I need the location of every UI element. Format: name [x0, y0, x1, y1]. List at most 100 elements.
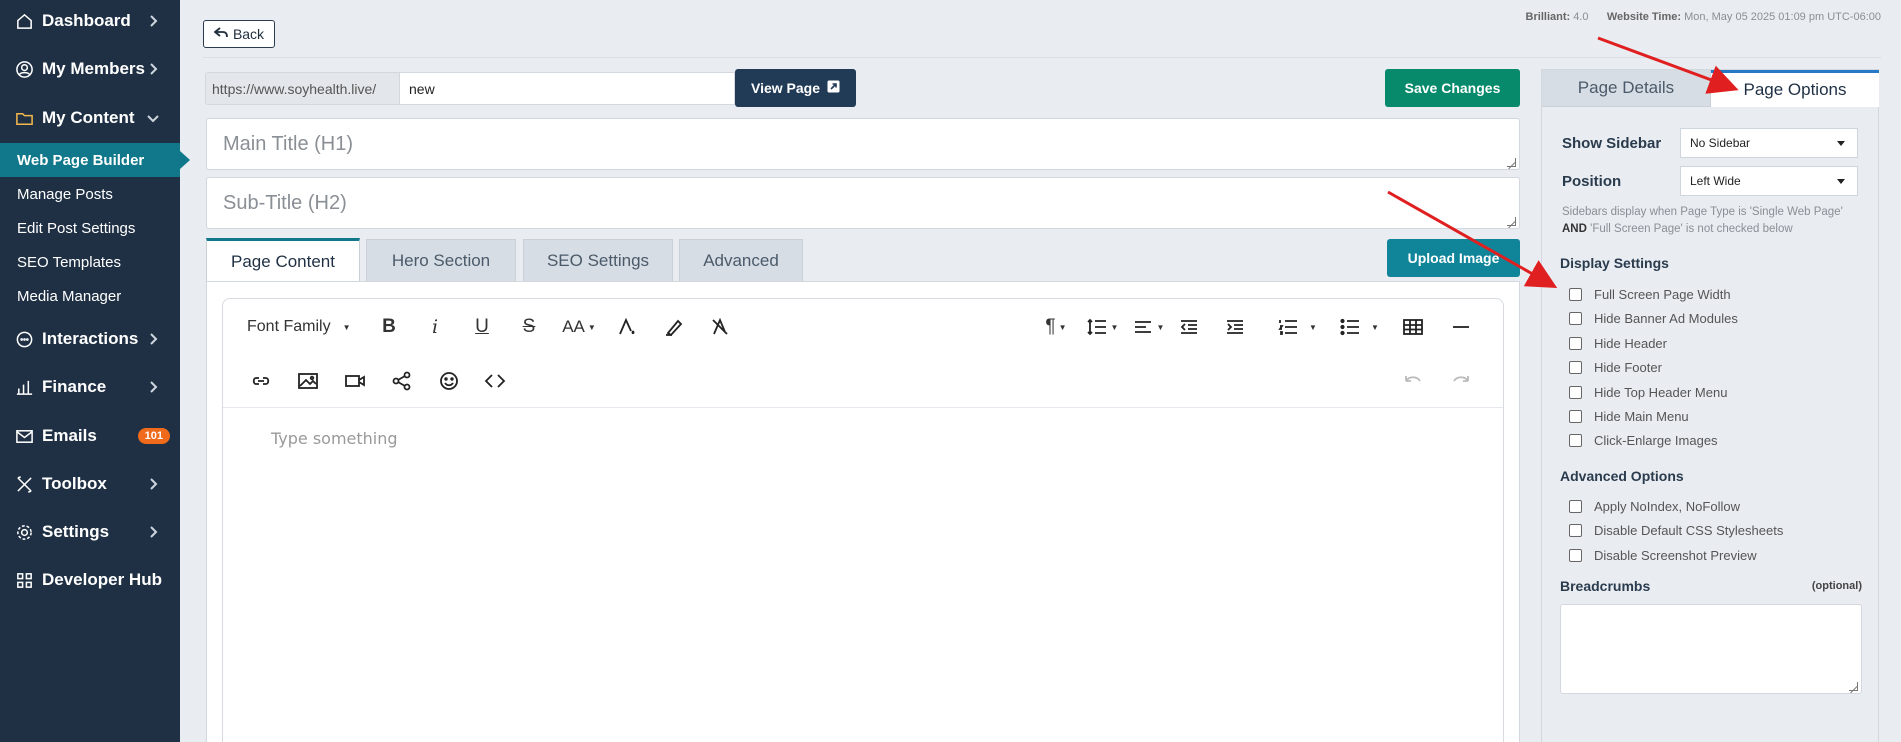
checkbox-hide-banner-ad-modules[interactable]: Hide Banner Ad Modules	[1569, 309, 1738, 327]
sidebar-note-and: AND	[1562, 223, 1587, 235]
sidebar-item-label: Emails	[42, 426, 97, 445]
checkbox-label: Hide Footer	[1594, 359, 1662, 375]
checkbox-hide-footer[interactable]: Hide Footer	[1569, 358, 1662, 376]
bullet-list-icon[interactable]: ▼	[1337, 313, 1381, 341]
checkbox[interactable]	[1569, 360, 1582, 374]
font-size-icon[interactable]: AA ▼	[559, 313, 599, 341]
sidebar-item-my-content[interactable]: My Content	[0, 98, 180, 138]
subtitle-input[interactable]: Sub-Title (H2)	[206, 177, 1520, 229]
tab-advanced[interactable]: Advanced	[679, 239, 803, 281]
tab-page-options[interactable]: Page Options	[1711, 70, 1879, 107]
checkbox-apply-noindex-nofollow[interactable]: Apply NoIndex, NoFollow	[1569, 497, 1740, 515]
align-icon[interactable]: ▼	[1129, 313, 1167, 341]
text-color-icon[interactable]	[613, 313, 641, 341]
submenu-media-manager[interactable]: Media Manager	[0, 279, 180, 313]
underline-icon[interactable]: U	[468, 313, 496, 341]
sidebar-item-dashboard[interactable]: Dashboard	[0, 1, 180, 41]
sidebar-item-label: My Members	[42, 59, 145, 78]
checkbox[interactable]	[1569, 311, 1582, 325]
checkbox-click-enlarge-images[interactable]: Click-Enlarge Images	[1569, 431, 1718, 449]
checkbox-full-screen-page-width[interactable]: Full Screen Page Width	[1569, 285, 1731, 303]
breadcrumbs-textarea[interactable]	[1560, 604, 1862, 694]
paragraph-icon[interactable]: ¶ ▼	[1039, 313, 1073, 341]
video-icon[interactable]	[341, 367, 369, 395]
resize-handle-icon[interactable]	[1507, 217, 1516, 226]
tab-page-details[interactable]: Page Details	[1542, 70, 1711, 107]
checkbox[interactable]	[1569, 499, 1582, 513]
show-sidebar-select[interactable]: No Sidebar	[1680, 128, 1858, 158]
submenu-manage-posts[interactable]: Manage Posts	[0, 177, 180, 211]
checkbox-disable-screenshot-preview[interactable]: Disable Screenshot Preview	[1569, 546, 1757, 564]
sidebar-item-interactions[interactable]: Interactions	[0, 319, 180, 359]
top-info: Brilliant: 4.0 Website Time: Mon, May 05…	[1526, 11, 1881, 23]
checkbox-label: Click-Enlarge Images	[1594, 432, 1718, 448]
checkbox[interactable]	[1569, 336, 1582, 350]
highlight-icon[interactable]	[660, 313, 688, 341]
submenu-web-page-builder[interactable]: Web Page Builder	[0, 143, 190, 177]
checkbox[interactable]	[1569, 433, 1582, 447]
tab-hero-section[interactable]: Hero Section	[366, 239, 516, 281]
page-options-panel: Page Details Page Options Show Sidebar N…	[1541, 69, 1879, 742]
checkbox-hide-main-menu[interactable]: Hide Main Menu	[1569, 407, 1689, 425]
font-family-dropdown[interactable]: Font Family ▼	[247, 313, 357, 341]
page-slug-input[interactable]: new	[399, 72, 735, 105]
checkbox[interactable]	[1569, 523, 1582, 537]
link-icon[interactable]	[247, 367, 275, 395]
position-select[interactable]: Left Wide	[1680, 166, 1858, 196]
resize-handle-icon[interactable]	[1507, 158, 1516, 167]
undo-icon[interactable]	[1399, 367, 1427, 395]
line-height-icon[interactable]: ▼	[1083, 313, 1121, 341]
tab-page-content[interactable]: Page Content	[206, 238, 360, 282]
checkbox-disable-default-css[interactable]: Disable Default CSS Stylesheets	[1569, 521, 1783, 539]
grid-icon	[14, 570, 34, 590]
resize-handle-icon[interactable]	[1849, 682, 1858, 691]
main-title-input[interactable]: Main Title (H1)	[206, 118, 1520, 170]
sidebar: Dashboard My Members My Content Web Page…	[0, 0, 190, 742]
redo-icon[interactable]	[1447, 367, 1475, 395]
back-button[interactable]: Back	[203, 20, 275, 48]
submenu-seo-templates[interactable]: SEO Templates	[0, 245, 180, 279]
submenu-label: Manage Posts	[17, 185, 113, 203]
italic-icon[interactable]: i	[421, 313, 449, 341]
brilliant-version: 4.0	[1573, 11, 1589, 23]
code-view-icon[interactable]	[481, 367, 509, 395]
save-changes-button[interactable]: Save Changes	[1385, 69, 1520, 107]
checkbox[interactable]	[1569, 287, 1582, 301]
ordered-list-icon[interactable]: ▼	[1275, 313, 1319, 341]
sidebar-item-emails[interactable]: Emails 101	[0, 416, 180, 456]
horizontal-rule-icon[interactable]	[1447, 313, 1475, 341]
rich-text-editor[interactable]: Font Family ▼ B i U S AA ▼ ¶ ▼ ▼ ▼ ▼ ▼ Type…	[222, 298, 1504, 742]
upload-image-button[interactable]: Upload Image	[1387, 239, 1520, 277]
clear-format-icon[interactable]	[706, 313, 734, 341]
submenu-edit-post-settings[interactable]: Edit Post Settings	[0, 211, 180, 245]
sidebar-item-settings[interactable]: Settings	[0, 512, 180, 552]
table-icon[interactable]	[1399, 313, 1427, 341]
tab-seo-settings[interactable]: SEO Settings	[523, 239, 673, 281]
checkbox-hide-top-header-menu[interactable]: Hide Top Header Menu	[1569, 383, 1727, 401]
chevron-right-icon	[146, 476, 162, 492]
indent-icon[interactable]	[1221, 313, 1249, 341]
checkbox[interactable]	[1569, 409, 1582, 423]
toolbar-divider	[223, 407, 1503, 408]
sidebar-note: Sidebars display when Page Type is 'Sing…	[1562, 204, 1867, 238]
display-settings-title: Display Settings	[1560, 255, 1669, 271]
image-icon[interactable]	[294, 367, 322, 395]
checkbox[interactable]	[1569, 385, 1582, 399]
sidebar-item-finance[interactable]: Finance	[0, 367, 180, 407]
folder-icon	[14, 108, 34, 128]
share-icon[interactable]	[388, 367, 416, 395]
sidebar-item-my-members[interactable]: My Members	[0, 49, 180, 89]
caret-down-icon	[1837, 179, 1845, 184]
bold-icon[interactable]: B	[375, 313, 403, 341]
sidebar-item-label: Toolbox	[42, 474, 107, 493]
checkbox[interactable]	[1569, 548, 1582, 562]
strikethrough-icon[interactable]: S	[515, 313, 543, 341]
checkbox-label: Hide Header	[1594, 335, 1667, 351]
view-page-button[interactable]: View Page	[735, 69, 856, 107]
checkbox-hide-header[interactable]: Hide Header	[1569, 334, 1667, 352]
position-value: Left Wide	[1690, 174, 1741, 188]
sidebar-item-developer-hub[interactable]: Developer Hub	[0, 560, 180, 600]
sidebar-item-toolbox[interactable]: Toolbox	[0, 464, 180, 504]
emoji-icon[interactable]	[435, 367, 463, 395]
outdent-icon[interactable]	[1175, 313, 1203, 341]
